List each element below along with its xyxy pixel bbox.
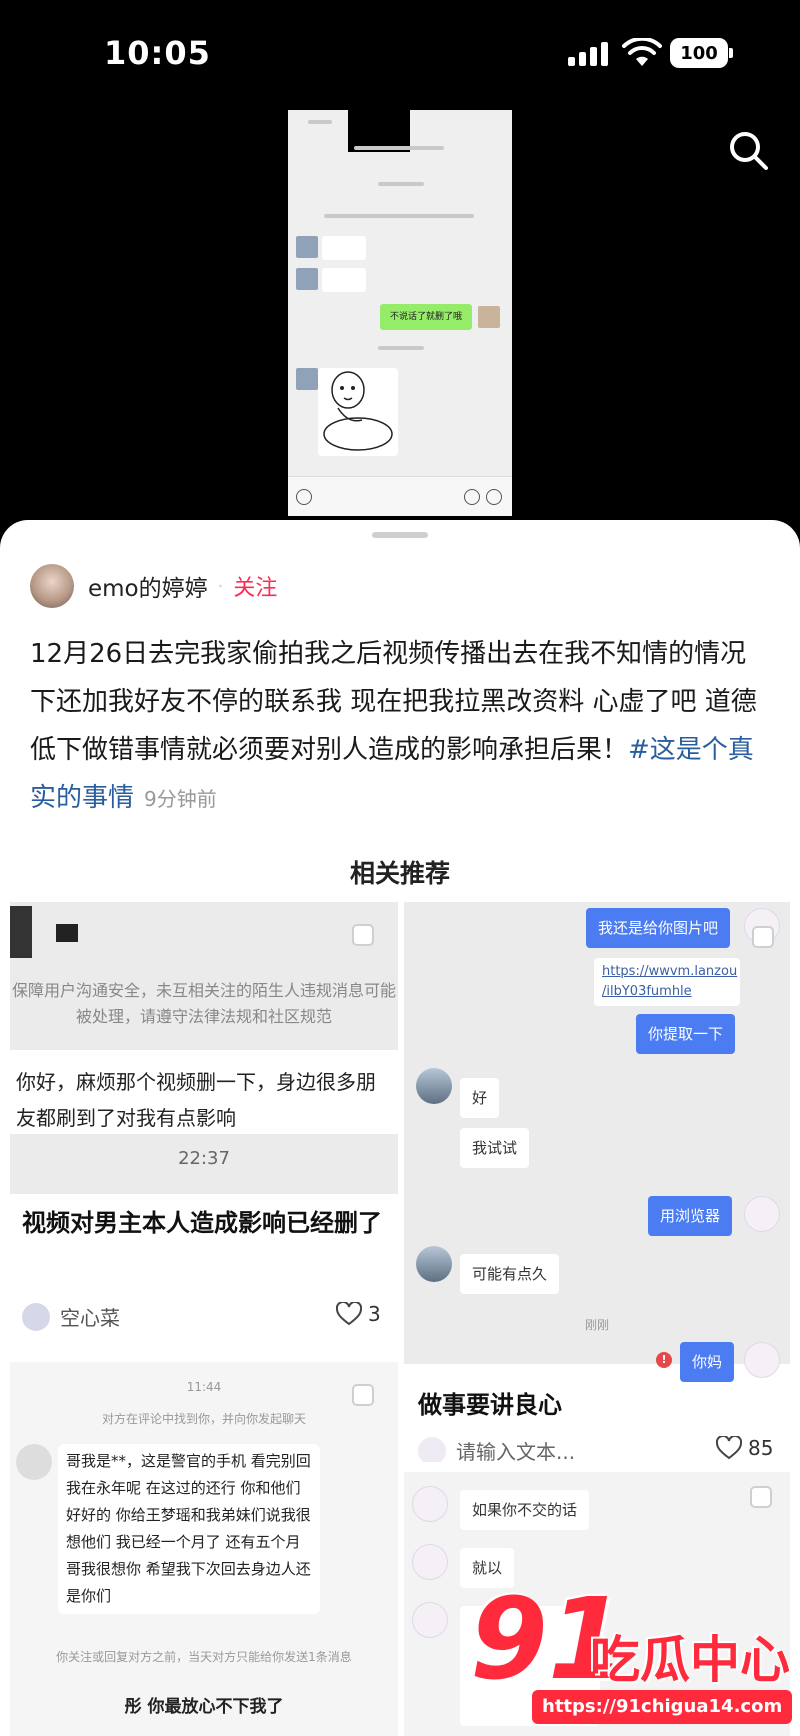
- chat-message: 你提取一下: [636, 1014, 736, 1054]
- chat-message: 我还是给你图片吧: [586, 908, 731, 948]
- avatar[interactable]: [30, 564, 74, 608]
- card-title: 做事要讲良心: [418, 1391, 562, 1419]
- related-card[interactable]: 11:44 对方在评论中找到你，并向你发起聊天 哥我是**，这是警官的手机 看完…: [10, 1362, 398, 1736]
- card-author: 空心菜: [22, 1302, 120, 1331]
- wifi-icon: [622, 38, 662, 66]
- avatar: [412, 1602, 448, 1638]
- avatar: [418, 1436, 446, 1462]
- sticker-image: [318, 368, 398, 456]
- checkbox[interactable]: [352, 1384, 374, 1406]
- safety-notice: 保障用户沟通安全，未互相关注的陌生人违规消息可能被处理，请遵守法律法规和社区规范: [11, 981, 396, 1026]
- related-card[interactable]: 保障用户沟通安全，未互相关注的陌生人违规消息可能被处理，请遵守法律法规和社区规范…: [10, 902, 398, 1352]
- watermark-url: https://91chigua14.com: [532, 1690, 793, 1724]
- chat-message: 如果你不交的话: [460, 1490, 590, 1530]
- chat-toolbar: [288, 476, 512, 516]
- like-count[interactable]: 85: [716, 1436, 773, 1460]
- chat-message: 我试试: [460, 1128, 530, 1168]
- checkbox[interactable]: [352, 924, 374, 946]
- chat-timestamp: 22:37: [178, 1148, 230, 1169]
- heart-icon: [336, 1302, 362, 1326]
- site-watermark: 91 吃瓜中心 https://91chigua14.com: [470, 1580, 800, 1736]
- chat-message: 哥我是**，这是警官的手机 看完别回 我在永年呢 在这过的还行 你和他们好好的 …: [58, 1444, 320, 1614]
- avatar: [744, 1196, 780, 1232]
- post-author: emo的婷婷 · 关注: [30, 564, 277, 608]
- card-author: 请输入文本...: [418, 1436, 575, 1462]
- redaction-block: [10, 906, 32, 958]
- signal-icon: [568, 42, 608, 66]
- error-icon: !: [656, 1352, 672, 1368]
- status-time: 10:05: [104, 34, 211, 72]
- chat-message: 你好，麻烦那个视频删一下，身边很多朋友都刷到了对我有点影响: [16, 1070, 376, 1130]
- post-time: 9分钟前: [144, 787, 217, 811]
- redaction-block: [56, 924, 78, 942]
- link-message[interactable]: https://wwvm.lanzou /ilbY03fumhle: [594, 958, 740, 1006]
- related-title: 相关推荐: [349, 859, 450, 888]
- checkbox[interactable]: [752, 926, 774, 948]
- comment-sheet: emo的婷婷 · 关注 12月26日去完我家偷拍我之后视频传播出去在我不知情的情…: [0, 520, 800, 1736]
- card-title: 彤 你最放心不下我了: [124, 1697, 284, 1717]
- avatar: [478, 306, 500, 328]
- chat-timestamp: 11:44: [186, 1380, 222, 1394]
- avatar: [412, 1486, 448, 1522]
- chat-notice: 对方在评论中找到你，并向你发起聊天: [101, 1412, 306, 1426]
- avatar: [296, 368, 318, 390]
- follow-button[interactable]: 关注: [233, 570, 277, 602]
- avatar: [22, 1302, 50, 1331]
- post-text: 12月26日去完我家偷拍我之后视频传播出去在我不知情的情况下还加我好友不停的联系…: [30, 630, 770, 823]
- search-icon[interactable]: [726, 128, 770, 172]
- author-name: 请输入文本...: [456, 1440, 576, 1462]
- card-title: 视频对男主本人造成影响已经删了: [22, 1209, 382, 1237]
- watermark-name: 吃瓜中心: [590, 1631, 790, 1689]
- avatar: [296, 268, 318, 290]
- avatar: [416, 1246, 452, 1282]
- chat-notice: 你关注或回复对方之前，当天对方只能给你发送1条消息: [56, 1650, 352, 1664]
- chat-message: 你妈: [680, 1342, 735, 1382]
- chat-message: 好: [460, 1078, 500, 1118]
- plus-icon: [486, 489, 502, 505]
- emoji-icon: [464, 489, 480, 505]
- sheet-handle[interactable]: [372, 532, 428, 538]
- chat-divider: 刚刚: [584, 1318, 609, 1332]
- like-count[interactable]: 3: [336, 1302, 381, 1326]
- chat-message: 用浏览器: [648, 1196, 733, 1236]
- post-media-image[interactable]: 不说话了就删了哦: [288, 110, 512, 516]
- status-bar: 10:05 100: [0, 0, 800, 104]
- chat-bubble: 不说话了就删了哦: [380, 304, 472, 330]
- avatar: [416, 1068, 452, 1104]
- related-card[interactable]: 我还是给你图片吧 https://wwvm.lanzou /ilbY03fumh…: [404, 902, 790, 1462]
- chat-message: 可能有点久: [460, 1254, 560, 1294]
- author-name[interactable]: emo的婷婷: [88, 569, 208, 603]
- author-name: 空心菜: [60, 1306, 120, 1330]
- voice-icon: [296, 489, 312, 505]
- checkbox[interactable]: [750, 1486, 772, 1508]
- avatar: [296, 236, 318, 258]
- avatar: [16, 1444, 52, 1480]
- heart-icon: [716, 1436, 742, 1460]
- battery-icon: 100: [670, 38, 733, 68]
- avatar: [744, 1342, 780, 1378]
- avatar: [412, 1544, 448, 1580]
